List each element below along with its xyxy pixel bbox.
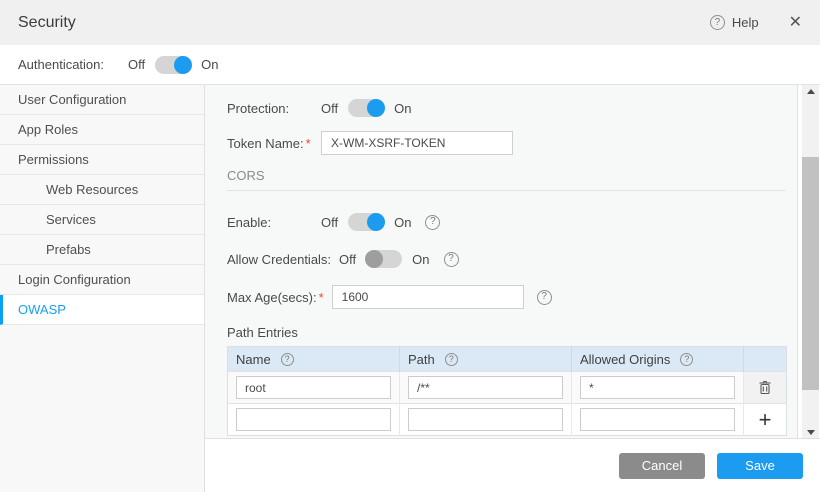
sidebar-item-owasp[interactable]: OWASP <box>0 295 204 325</box>
authentication-on-label: On <box>201 57 218 72</box>
trash-icon <box>758 380 772 395</box>
required-asterisk: * <box>306 136 311 151</box>
new-entry-path-input[interactable] <box>408 408 563 431</box>
column-header-actions <box>744 347 787 372</box>
dialog-footer: Cancel Save <box>205 439 820 492</box>
protection-off-label: Off <box>321 101 338 116</box>
token-name-row: Token Name:* <box>227 131 786 155</box>
path-entry-row <box>228 372 787 404</box>
protection-label: Protection: <box>227 101 313 116</box>
path-entry-name-input[interactable] <box>236 376 391 399</box>
column-header-allowed-origins: Allowed Origins? <box>572 347 744 372</box>
new-entry-origins-input[interactable] <box>580 408 735 431</box>
scrollbar-gutter <box>798 85 819 438</box>
allow-credentials-toggle[interactable] <box>366 250 402 268</box>
add-row-button[interactable]: + <box>744 404 786 435</box>
authentication-bar: Authentication: Off On <box>0 45 820 85</box>
path-entries-label: Path Entries <box>227 325 786 340</box>
max-age-help-icon[interactable]: ? <box>537 290 552 305</box>
enable-off-label: Off <box>321 215 338 230</box>
max-age-input[interactable] <box>332 285 524 309</box>
allow-credentials-row: Allow Credentials: Off On ? <box>227 250 786 268</box>
protection-row: Protection: Off On <box>227 99 786 117</box>
authentication-label: Authentication: <box>18 57 104 72</box>
main-panel: Protection: Off On Token Name:* CORS <box>205 85 820 492</box>
enable-label: Enable: <box>227 215 313 230</box>
protection-on-label: On <box>394 101 411 116</box>
delete-row-button[interactable] <box>744 372 786 403</box>
sidebar-item-user-configuration[interactable]: User Configuration <box>0 85 204 115</box>
sidebar: User Configuration App Roles Permissions… <box>0 85 205 492</box>
path-entry-path-input[interactable] <box>408 376 563 399</box>
allow-credentials-on-label: On <box>412 252 429 267</box>
column-header-path: Path? <box>400 347 572 372</box>
help-icon[interactable]: ? <box>710 15 725 30</box>
required-asterisk: * <box>319 290 324 305</box>
path-entry-row-new: + <box>228 404 787 436</box>
path-help-icon[interactable]: ? <box>445 353 458 366</box>
table-header-row: Name? Path? Allowed Origins? <box>228 347 787 372</box>
path-entries-table: Name? Path? Allowed Origins? <box>227 346 787 436</box>
page-title: Security <box>18 14 76 32</box>
sidebar-item-app-roles[interactable]: App Roles <box>0 115 204 145</box>
dialog-header: Security ? Help ✕ <box>0 0 820 45</box>
new-entry-name-input[interactable] <box>236 408 391 431</box>
save-button[interactable]: Save <box>717 453 803 479</box>
cancel-button[interactable]: Cancel <box>619 453 705 479</box>
token-name-label: Token Name:* <box>227 136 313 151</box>
sidebar-item-web-resources[interactable]: Web Resources <box>0 175 204 205</box>
sidebar-item-services[interactable]: Services <box>0 205 204 235</box>
authentication-toggle[interactable] <box>155 56 191 74</box>
column-header-name: Name? <box>228 347 400 372</box>
scrollbar-thumb[interactable] <box>802 157 819 390</box>
scroll-up-arrow[interactable] <box>802 85 819 97</box>
max-age-label: Max Age(secs):* <box>227 290 324 305</box>
authentication-toggle-group: Off On <box>104 56 218 74</box>
max-age-row: Max Age(secs):* ? <box>227 285 786 309</box>
scroll-down-arrow[interactable] <box>802 426 819 438</box>
sidebar-item-prefabs[interactable]: Prefabs <box>0 235 204 265</box>
cors-heading: CORS <box>227 168 786 183</box>
protection-toggle[interactable] <box>348 99 384 117</box>
toggle-knob <box>367 99 385 117</box>
header-actions: ? Help ✕ <box>710 15 802 31</box>
allow-credentials-off-label: Off <box>339 252 356 267</box>
help-link[interactable]: Help <box>732 15 759 30</box>
dialog-body: User Configuration App Roles Permissions… <box>0 85 820 492</box>
enable-toggle[interactable] <box>348 213 384 231</box>
name-help-icon[interactable]: ? <box>281 353 294 366</box>
toggle-knob <box>365 250 383 268</box>
close-icon[interactable]: ✕ <box>789 15 802 31</box>
allowed-origins-help-icon[interactable]: ? <box>680 353 693 366</box>
toggle-knob <box>367 213 385 231</box>
toggle-knob <box>174 56 192 74</box>
sidebar-item-login-configuration[interactable]: Login Configuration <box>0 265 204 295</box>
plus-icon: + <box>759 409 772 431</box>
cors-enable-row: Enable: Off On ? <box>227 213 786 231</box>
path-entry-origins-input[interactable] <box>580 376 735 399</box>
allow-credentials-label: Allow Credentials: <box>227 252 331 267</box>
cors-divider <box>227 190 786 191</box>
token-name-input[interactable] <box>321 131 513 155</box>
enable-help-icon[interactable]: ? <box>425 215 440 230</box>
vertical-scrollbar[interactable] <box>802 85 819 438</box>
owasp-form: Protection: Off On Token Name:* CORS <box>205 85 798 438</box>
security-dialog: Security ? Help ✕ Authentication: Off On… <box>0 0 820 492</box>
authentication-off-label: Off <box>128 57 145 72</box>
allow-credentials-help-icon[interactable]: ? <box>444 252 459 267</box>
scroll-area: Protection: Off On Token Name:* CORS <box>205 85 820 439</box>
enable-on-label: On <box>394 215 411 230</box>
sidebar-item-permissions[interactable]: Permissions <box>0 145 204 175</box>
